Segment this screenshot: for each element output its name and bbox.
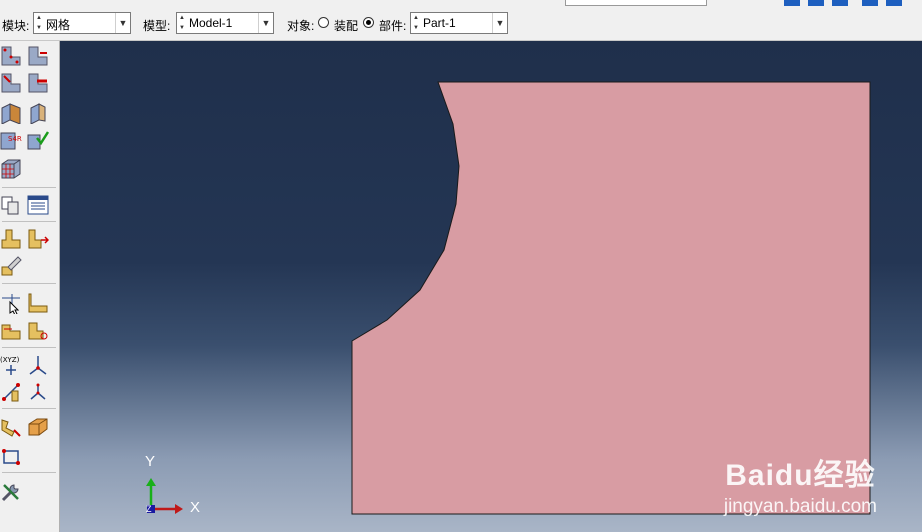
assign-mesh-icon[interactable] bbox=[27, 416, 49, 438]
triad-x-label: X bbox=[190, 499, 201, 516]
edit-mesh-icon[interactable] bbox=[0, 416, 22, 438]
module-label: 模块: bbox=[2, 19, 30, 33]
verify-mesh-icon[interactable] bbox=[27, 129, 49, 151]
list-icon[interactable] bbox=[27, 194, 49, 216]
datum-point-icon[interactable] bbox=[0, 319, 22, 341]
toolbox-separator bbox=[2, 283, 56, 284]
query-icon[interactable] bbox=[0, 194, 22, 216]
assembly-radio[interactable] bbox=[318, 17, 329, 28]
datum-axis-icon[interactable] bbox=[27, 319, 49, 341]
mesh-controls-icon[interactable] bbox=[0, 158, 22, 180]
virtual-topology-icon[interactable] bbox=[0, 292, 22, 314]
top-toolbar-remnant bbox=[0, 0, 922, 8]
model-label: 模型: bbox=[143, 19, 171, 33]
context-bar: 模块: ▲ ▼ 网格 ▼ 模型: ▲ ▼ Model-1 ▼ 对象: 装配 部件: … bbox=[0, 8, 922, 41]
toolbox-separator bbox=[2, 347, 56, 348]
seed-edge-icon[interactable] bbox=[27, 45, 49, 67]
tools-icon[interactable] bbox=[0, 481, 22, 503]
datum-csys-icon[interactable] bbox=[27, 354, 49, 376]
module-select[interactable]: ▲ ▼ 网格 ▼ bbox=[33, 12, 131, 34]
spin-arrows-icon: ▲ ▼ bbox=[179, 15, 185, 31]
mesh-part-icon[interactable] bbox=[0, 102, 22, 124]
watermark-url: jingyan.baidu.com bbox=[723, 496, 877, 517]
watermark-brand: Baidu经验 bbox=[725, 459, 876, 492]
toolbox-separator bbox=[2, 472, 56, 473]
merge-icon[interactable] bbox=[27, 381, 49, 403]
svg-text:S4R: S4R bbox=[8, 135, 22, 143]
part-radio-label: 部件: bbox=[379, 19, 407, 33]
toolbar-icon[interactable] bbox=[784, 0, 800, 6]
model-value: Model-1 bbox=[189, 16, 233, 30]
seed-edges-icon[interactable] bbox=[0, 72, 22, 94]
mesh-toolbox: S4R (XYZ) bbox=[0, 41, 60, 532]
triad-y-label: Y bbox=[145, 453, 156, 470]
watermark: Baidu经验 jingyan.baidu.com bbox=[724, 450, 877, 518]
mesh-region-icon[interactable] bbox=[27, 102, 49, 124]
chevron-down-icon[interactable]: ▼ bbox=[492, 13, 507, 33]
toolbar-icon[interactable] bbox=[862, 0, 878, 6]
adaptive-remesh-icon[interactable] bbox=[0, 445, 22, 467]
graphics-viewport[interactable]: Y X Z Baidu经验 jingyan.baidu.com bbox=[60, 41, 922, 532]
edit-geometry-icon[interactable] bbox=[0, 255, 22, 277]
toolbar-icon[interactable] bbox=[832, 0, 848, 6]
module-value: 网格 bbox=[46, 18, 71, 32]
delete-seed-icon[interactable] bbox=[27, 72, 49, 94]
toolbar-field[interactable] bbox=[565, 0, 707, 6]
part-value: Part-1 bbox=[423, 16, 456, 30]
create-set-icon[interactable] bbox=[0, 381, 22, 403]
object-label: 对象: bbox=[287, 19, 315, 33]
toolbar-icon[interactable] bbox=[886, 0, 902, 6]
toolbox-separator bbox=[2, 187, 56, 188]
spin-arrows-icon: ▲ ▼ bbox=[413, 15, 419, 31]
chevron-down-icon[interactable]: ▼ bbox=[258, 13, 273, 33]
svg-text:(XYZ): (XYZ) bbox=[0, 356, 20, 364]
chevron-down-icon[interactable]: ▼ bbox=[115, 13, 130, 33]
seed-part-icon[interactable] bbox=[0, 45, 22, 67]
partition-cell-icon[interactable] bbox=[27, 228, 49, 250]
part-select[interactable]: ▲ ▼ Part-1 ▼ bbox=[410, 12, 508, 34]
model-select[interactable]: ▲ ▼ Model-1 ▼ bbox=[176, 12, 274, 34]
partition-face-icon[interactable] bbox=[0, 228, 22, 250]
spin-arrows-icon: ▲ ▼ bbox=[36, 15, 42, 31]
toolbar-icon[interactable] bbox=[808, 0, 824, 6]
assembly-radio-label: 装配 bbox=[334, 19, 359, 33]
element-type-icon[interactable]: S4R bbox=[0, 129, 22, 151]
repair-icon[interactable] bbox=[27, 292, 49, 314]
datum-plane-icon[interactable]: (XYZ) bbox=[0, 354, 22, 376]
toolbox-separator bbox=[2, 221, 56, 222]
part-radio[interactable] bbox=[363, 17, 374, 28]
triad-z-label: Z bbox=[146, 504, 152, 514]
toolbox-separator bbox=[2, 408, 56, 409]
